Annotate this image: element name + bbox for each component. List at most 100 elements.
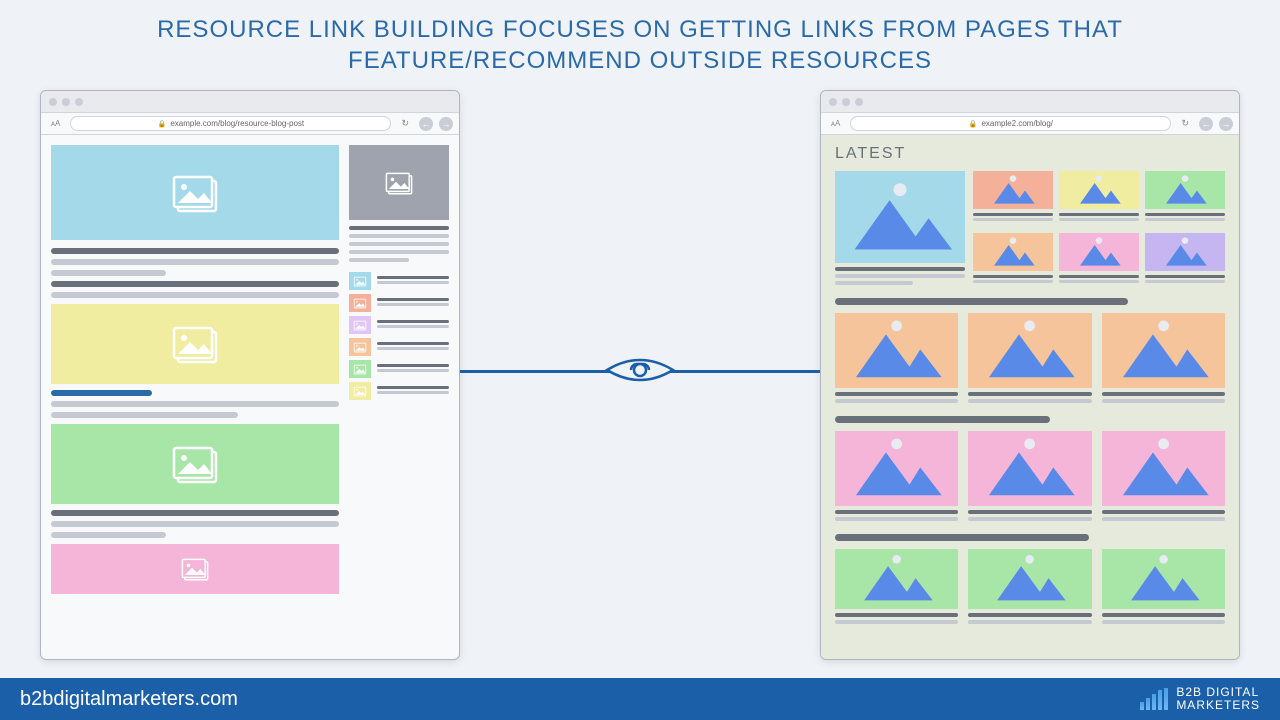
carousel-arrow-icon — [1237, 577, 1240, 601]
section-divider — [835, 416, 1050, 423]
sidebar-column — [349, 145, 449, 600]
card-image-placeholder — [835, 171, 965, 263]
row-card — [1102, 313, 1225, 406]
text-size-icon: ᴀA — [827, 119, 844, 128]
footer-brand: B2B DIGITAL MARKETERS — [1140, 686, 1260, 712]
row-card — [968, 431, 1091, 524]
sidebar-list-item — [349, 294, 449, 312]
traffic-light-icon — [855, 98, 863, 106]
text-line-placeholder — [51, 281, 339, 287]
browser-chrome — [821, 91, 1239, 113]
source-browser-mockup: ᴀA 🔒 example.com/blog/resource-blog-post… — [40, 90, 460, 660]
card-row-wrap — [835, 431, 1225, 524]
featured-row — [835, 171, 1225, 288]
forward-icon: → — [1219, 117, 1233, 131]
traffic-light-icon — [75, 98, 83, 106]
row-card — [835, 549, 958, 627]
text-line-placeholder — [51, 259, 339, 265]
footer-bar: b2bdigitalmarketers.com B2B DIGITAL MARK… — [0, 678, 1280, 720]
row-card — [835, 431, 958, 524]
brand-bars-icon — [1140, 688, 1168, 710]
small-card-grid — [973, 171, 1225, 288]
text-size-icon: ᴀA — [47, 119, 64, 128]
content-image-placeholder — [51, 424, 339, 504]
reload-icon: ↻ — [1177, 118, 1193, 129]
traffic-light-icon — [49, 98, 57, 106]
card-row-wrap — [835, 313, 1225, 406]
sidebar-list-item — [349, 316, 449, 334]
row-card — [1102, 431, 1225, 524]
image-stack-icon — [170, 173, 220, 213]
text-line-placeholder — [51, 270, 166, 276]
sidebar-image-placeholder — [349, 145, 449, 220]
row-card — [968, 313, 1091, 406]
row-card — [835, 313, 958, 406]
section-heading: LATEST — [835, 145, 1225, 163]
card-row — [835, 313, 1225, 406]
card-row — [835, 549, 1225, 627]
diagram-container: ᴀA 🔒 example.com/blog/resource-blog-post… — [0, 76, 1280, 666]
featured-card — [835, 171, 965, 288]
sidebar-list-item — [349, 338, 449, 356]
carousel-arrow-icon — [1237, 348, 1240, 372]
address-bar: 🔒 example2.com/blog/ — [850, 116, 1171, 131]
page-content — [41, 135, 459, 610]
reload-icon: ↻ — [397, 118, 413, 129]
text-line-placeholder — [51, 532, 166, 538]
grid-card — [1145, 171, 1225, 227]
text-line-placeholder — [349, 250, 449, 254]
link-line-placeholder — [51, 390, 152, 396]
text-line-placeholder — [51, 401, 339, 407]
image-stack-icon — [384, 171, 414, 195]
text-line-placeholder — [349, 234, 449, 238]
thumb-icon — [349, 382, 371, 400]
hero-image-placeholder — [51, 145, 339, 240]
grid-card — [973, 233, 1053, 289]
traffic-light-icon — [842, 98, 850, 106]
row-card — [968, 549, 1091, 627]
main-column — [51, 145, 339, 600]
image-stack-icon — [170, 324, 220, 364]
traffic-light-icon — [62, 98, 70, 106]
content-image-placeholder — [51, 304, 339, 384]
section-divider — [835, 298, 1128, 305]
thumb-icon — [349, 338, 371, 356]
traffic-light-icon — [829, 98, 837, 106]
grid-card — [973, 171, 1053, 227]
section-divider — [835, 534, 1089, 541]
back-icon: ← — [419, 117, 433, 131]
target-browser-mockup: ᴀA 🔒 example2.com/blog/ ↻ ← → LATEST — [820, 90, 1240, 660]
page-title: RESOURCE LINK BUILDING FOCUSES ON GETTIN… — [0, 0, 1280, 76]
address-bar-row: ᴀA 🔒 example2.com/blog/ ↻ ← → — [821, 113, 1239, 135]
text-line-placeholder — [51, 292, 339, 298]
url-text: example2.com/blog/ — [981, 119, 1053, 128]
content-image-placeholder — [51, 544, 339, 594]
sidebar-list-item — [349, 272, 449, 290]
card-row — [835, 431, 1225, 524]
link-eye-icon — [605, 350, 675, 390]
thumb-icon — [349, 360, 371, 378]
card-row-wrap — [835, 549, 1225, 627]
carousel-arrow-icon — [1237, 466, 1240, 490]
thumb-icon — [349, 294, 371, 312]
forward-icon: → — [439, 117, 453, 131]
text-line-placeholder — [349, 258, 409, 262]
brand-text: B2B DIGITAL MARKETERS — [1176, 686, 1260, 712]
back-icon: ← — [1199, 117, 1213, 131]
sidebar-list-item — [349, 360, 449, 378]
page-content: LATEST — [821, 135, 1239, 659]
lock-icon: 🔒 — [969, 120, 978, 128]
address-bar-row: ᴀA 🔒 example.com/blog/resource-blog-post… — [41, 113, 459, 135]
lock-icon: 🔒 — [158, 120, 167, 128]
row-card — [1102, 549, 1225, 627]
grid-card — [1059, 233, 1139, 289]
sidebar-list-item — [349, 382, 449, 400]
card-text-lines — [835, 267, 965, 285]
footer-url: b2bdigitalmarketers.com — [20, 688, 238, 711]
url-text: example.com/blog/resource-blog-post — [170, 119, 304, 128]
thumb-icon — [349, 272, 371, 290]
text-line-placeholder — [51, 510, 339, 516]
text-line-placeholder — [51, 521, 339, 527]
image-stack-icon — [180, 557, 210, 581]
browser-chrome — [41, 91, 459, 113]
